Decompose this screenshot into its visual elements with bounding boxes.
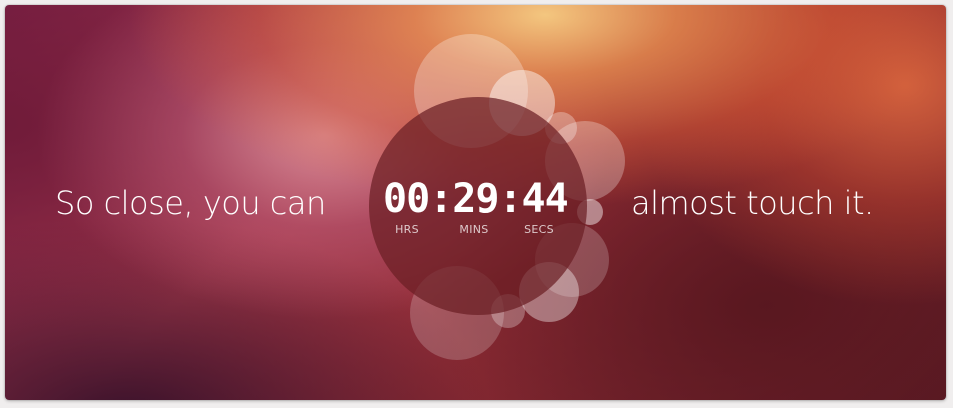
lead-text: So close, you can xyxy=(55,184,326,222)
minutes-label: MINS xyxy=(459,223,489,236)
trail-text: almost touch it. xyxy=(631,184,874,222)
countdown-digits: 00:29:44 xyxy=(383,175,569,223)
seconds-value: 44 xyxy=(521,176,569,222)
hours-label: HRS xyxy=(395,223,419,236)
countdown-banner: So close, you can 00:29:44 HRS MINS SECS… xyxy=(5,5,946,400)
countdown-timer: 00:29:44 HRS MINS SECS xyxy=(383,175,569,245)
seconds-label: SECS xyxy=(524,223,554,236)
separator: : xyxy=(498,176,522,222)
separator: : xyxy=(429,176,453,222)
hours-value: 00 xyxy=(383,176,430,222)
minutes-value: 29 xyxy=(452,176,499,222)
